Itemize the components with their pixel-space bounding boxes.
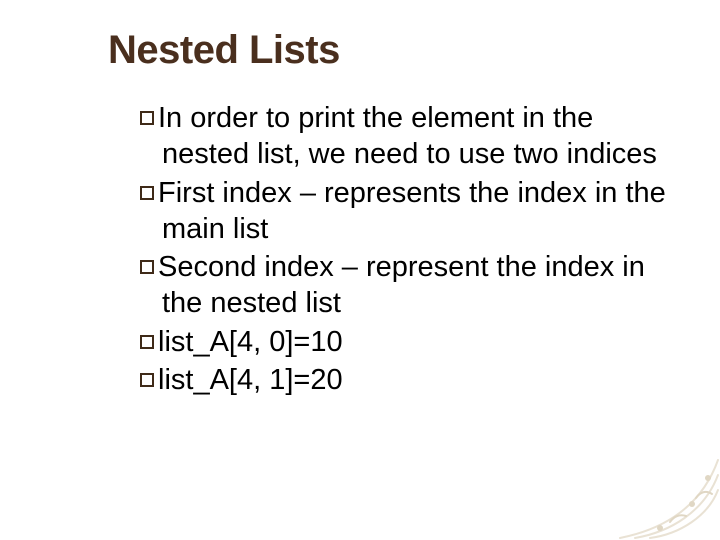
- bullet-text: list_A[4, 0]=10: [158, 326, 343, 358]
- bullet-square-icon: [140, 186, 154, 200]
- bullet-text: In order to print the element in the nes…: [158, 102, 657, 170]
- bullet-text: Second index – represent the index in th…: [158, 251, 645, 319]
- slide-body: In order to print the element in the nes…: [140, 100, 680, 400]
- bullet-item: Second index – represent the index in th…: [140, 249, 680, 322]
- bullet-square-icon: [140, 111, 154, 125]
- corner-flourish-icon: [600, 420, 720, 540]
- bullet-item: First index – represents the index in th…: [140, 175, 680, 248]
- slide-title: Nested Lists: [108, 28, 340, 73]
- bullet-text: First index – represents the index in th…: [158, 177, 666, 245]
- bullet-item: list_A[4, 1]=20: [140, 362, 680, 398]
- bullet-square-icon: [140, 335, 154, 349]
- bullet-item: list_A[4, 0]=10: [140, 324, 680, 360]
- bullet-text: list_A[4, 1]=20: [158, 364, 343, 396]
- bullet-square-icon: [140, 260, 154, 274]
- bullet-item: In order to print the element in the nes…: [140, 100, 680, 173]
- bullet-square-icon: [140, 373, 154, 387]
- slide: Nested Lists In order to print the eleme…: [0, 0, 720, 540]
